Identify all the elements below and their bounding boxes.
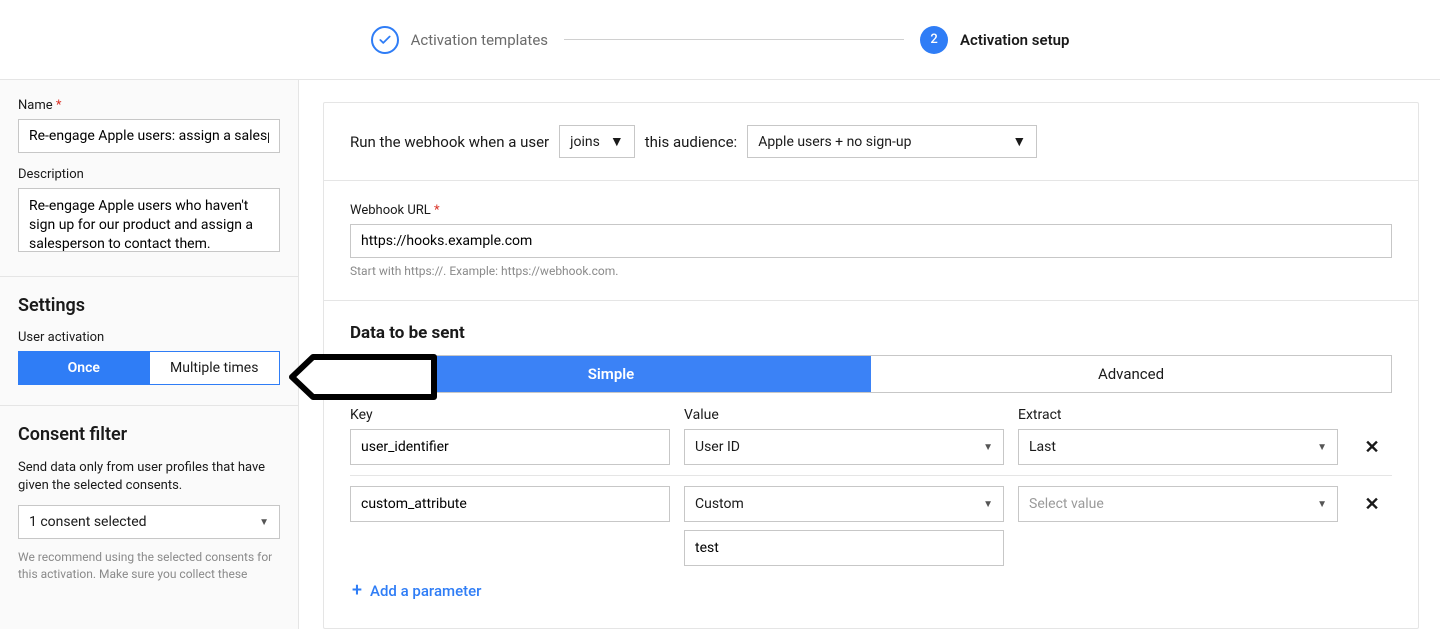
param-custom-input[interactable] xyxy=(684,530,1004,566)
param-extract-select[interactable]: Select value ▼ xyxy=(1018,486,1338,522)
check-icon xyxy=(371,26,399,54)
col-extract: Extract xyxy=(1018,407,1338,423)
param-value-select[interactable]: User ID ▼ xyxy=(684,429,1004,465)
chevron-down-icon: ▼ xyxy=(1317,499,1327,510)
chevron-down-icon: ▼ xyxy=(983,442,993,453)
rule-mid: this audience: xyxy=(645,133,738,151)
trigger-rule: Run the webhook when a user joins ▼ this… xyxy=(350,125,1392,158)
webhook-url-input[interactable] xyxy=(350,224,1392,258)
name-input[interactable] xyxy=(18,119,280,153)
row-divider xyxy=(350,475,1392,476)
sidebar: Name Description Settings User activatio… xyxy=(0,80,299,629)
param-key-input[interactable] xyxy=(350,429,670,465)
rule-prefix: Run the webhook when a user xyxy=(350,133,549,151)
webhook-url-helper: Start with https://. Example: https://we… xyxy=(350,264,1392,278)
webhook-url-label: Webhook URL xyxy=(350,203,1392,218)
name-label: Name xyxy=(18,98,280,113)
chevron-down-icon: ▼ xyxy=(1012,133,1026,150)
add-parameter-button[interactable]: + Add a parameter xyxy=(350,576,483,606)
param-header: Key Value Extract xyxy=(350,407,1392,423)
step-1[interactable]: Activation templates xyxy=(371,26,548,54)
activation-once-button[interactable]: Once xyxy=(19,352,149,384)
user-activation-toggle: Once Multiple times xyxy=(18,351,280,385)
col-value: Value xyxy=(684,407,1004,423)
consent-note: We recommend using the selected consents… xyxy=(18,549,280,583)
settings-heading: Settings xyxy=(18,295,280,316)
consent-select[interactable]: 1 consent selected ▼ xyxy=(18,505,280,539)
step-2[interactable]: 2 Activation setup xyxy=(920,26,1069,54)
param-extract-select[interactable]: Last ▼ xyxy=(1018,429,1338,465)
remove-row-button[interactable]: ✕ xyxy=(1352,494,1392,515)
param-row: User ID ▼ Last ▼ ✕ xyxy=(350,429,1392,465)
consent-filter-description: Send data only from user profiles that h… xyxy=(18,459,280,495)
col-key: Key xyxy=(350,407,670,423)
param-value-select[interactable]: Custom ▼ xyxy=(684,486,1004,522)
param-value: Custom xyxy=(695,496,744,512)
user-activation-label: User activation xyxy=(18,330,280,345)
annotation-arrow-icon xyxy=(288,353,438,401)
setup-card: Run the webhook when a user joins ▼ this… xyxy=(323,102,1419,629)
step-connector xyxy=(564,39,904,40)
chevron-down-icon: ▼ xyxy=(610,133,624,150)
param-custom-row xyxy=(350,530,1392,566)
add-parameter-label: Add a parameter xyxy=(370,582,481,600)
step-2-label: Activation setup xyxy=(960,31,1069,49)
plus-icon: + xyxy=(352,582,362,600)
chevron-down-icon: ▼ xyxy=(259,517,269,528)
param-extract-placeholder: Select value xyxy=(1029,496,1104,512)
step-2-number: 2 xyxy=(920,26,948,54)
stepper: Activation templates 2 Activation setup xyxy=(0,0,1440,80)
chevron-down-icon: ▼ xyxy=(1317,442,1327,453)
param-key-input[interactable] xyxy=(350,486,670,522)
trigger-value: joins xyxy=(570,134,600,150)
param-value: User ID xyxy=(695,439,740,455)
mode-tabs: Simple Advanced xyxy=(350,355,1392,393)
param-extract: Last xyxy=(1029,439,1056,455)
remove-row-button[interactable]: ✕ xyxy=(1352,437,1392,458)
step-1-label: Activation templates xyxy=(411,31,548,49)
consent-filter-heading: Consent filter xyxy=(18,424,280,445)
consent-select-value: 1 consent selected xyxy=(29,514,147,530)
chevron-down-icon: ▼ xyxy=(983,499,993,510)
data-to-send-heading: Data to be sent xyxy=(350,323,1392,343)
description-input[interactable] xyxy=(18,188,280,252)
main-content: Run the webhook when a user joins ▼ this… xyxy=(299,80,1440,629)
activation-multiple-button[interactable]: Multiple times xyxy=(149,352,280,384)
trigger-select[interactable]: joins ▼ xyxy=(559,125,635,158)
tab-advanced[interactable]: Advanced xyxy=(871,356,1391,392)
audience-value: Apple users + no sign-up xyxy=(758,134,911,150)
audience-select[interactable]: Apple users + no sign-up ▼ xyxy=(747,125,1037,158)
param-row: Custom ▼ Select value ▼ ✕ xyxy=(350,486,1392,522)
description-label: Description xyxy=(18,167,280,182)
